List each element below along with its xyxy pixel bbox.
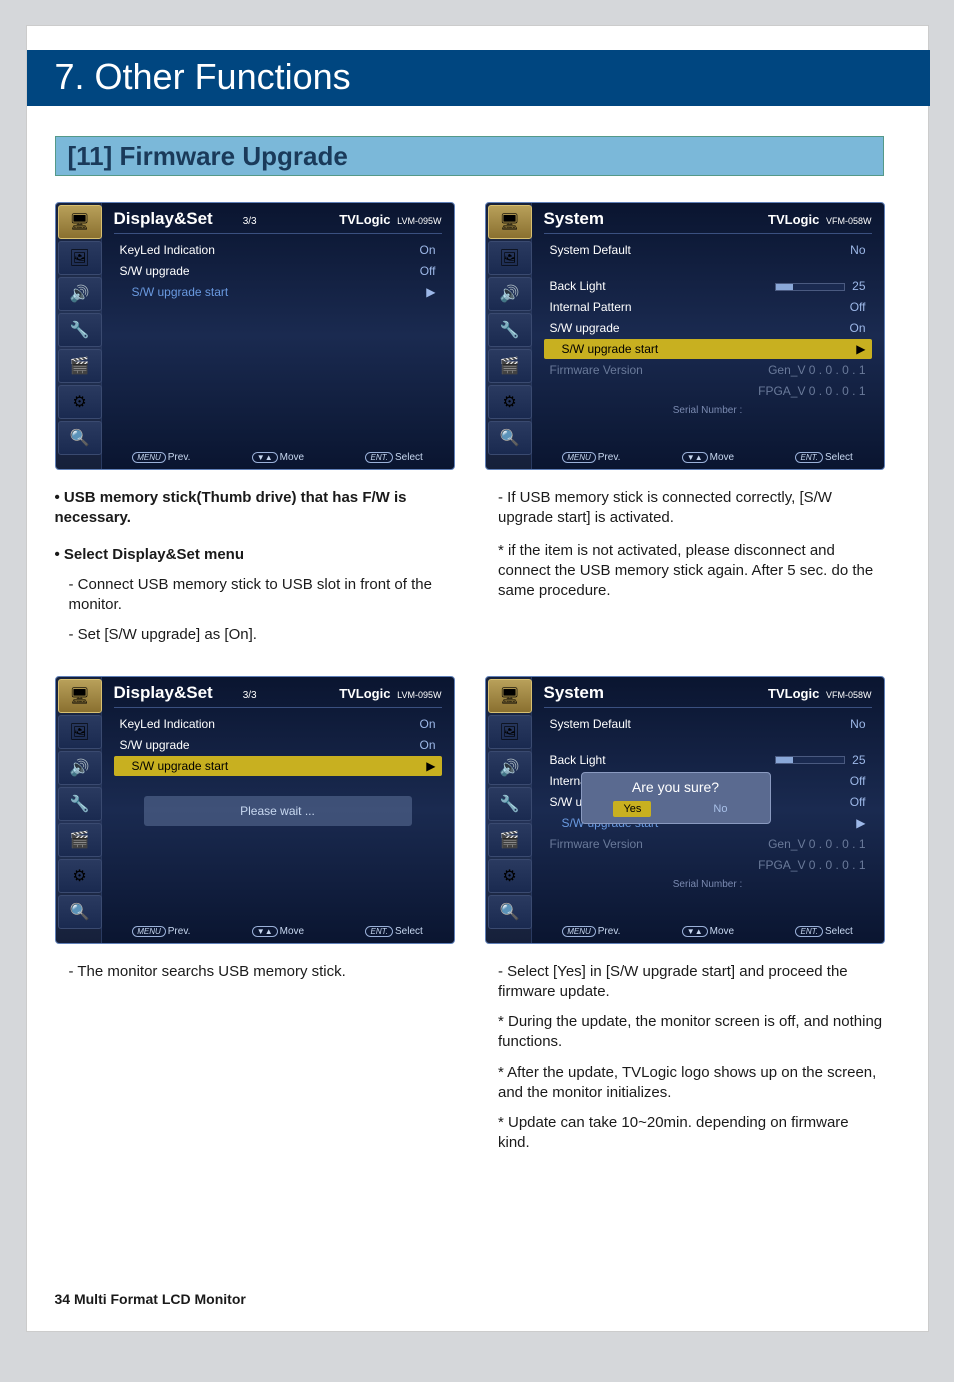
- osd-item: FPGA_V 0 . 0 . 0 . 1: [544, 381, 872, 401]
- header-bar: 7. Other Functions: [27, 50, 930, 106]
- chapter-title: 7. Other Functions: [27, 50, 930, 98]
- dialog-yes[interactable]: Yes: [613, 801, 651, 817]
- text-left-2: - The monitor searchs USB memory stick.: [55, 962, 455, 1164]
- osd-item: S/W upgrade Off: [114, 261, 442, 281]
- osd-tab-4: 🎬: [58, 823, 102, 857]
- osd-tab-strip: 🖥🖼🔊🔧🎬⚙🔍: [486, 677, 532, 943]
- please-wait: Please wait ...: [144, 796, 412, 826]
- osd-footer: MENUPrev. ▼▲Move ENT.Select: [532, 926, 884, 937]
- osd-footer: MENUPrev. ▼▲Move ENT.Select: [102, 926, 454, 937]
- osd-item: S/W upgrade On: [114, 735, 442, 755]
- osd-tab-1: 🖼: [488, 715, 532, 749]
- osd-item: KeyLed Indication On: [114, 240, 442, 260]
- osd-tab-1: 🖼: [58, 715, 102, 749]
- osd-item: Firmware Version Gen_V 0 . 0 . 0 . 1: [544, 834, 872, 854]
- osd-item: S/W upgrade start ▶: [114, 282, 442, 302]
- page: 7. Other Functions [11] Firmware Upgrade…: [26, 25, 929, 1332]
- osd-tab-5: ⚙: [488, 859, 532, 893]
- osd-screenshot-a: 🖥🖼🔊🔧🎬⚙🔍 Display&Set3/3 TVLogic LVM-095W …: [55, 202, 455, 470]
- osd-tab-6: 🔍: [58, 421, 102, 455]
- osd-tab-0: 🖥: [488, 679, 532, 713]
- dialog-title: Are you sure?: [588, 779, 764, 795]
- content: 🖥🖼🔊🔧🎬⚙🔍 Display&Set3/3 TVLogic LVM-095W …: [55, 202, 884, 1261]
- osd-screenshot-d: 🖥🖼🔊🔧🎬⚙🔍 System TVLogic VFM-058W System D…: [485, 676, 885, 944]
- dialog-no[interactable]: No: [703, 801, 737, 817]
- osd-tab-3: 🔧: [58, 313, 102, 347]
- osd-item: Back Light 25: [544, 276, 872, 296]
- section-title: [11] Firmware Upgrade: [56, 137, 883, 172]
- osd-tab-1: 🖼: [488, 241, 532, 275]
- osd-tab-2: 🔊: [58, 751, 102, 785]
- osd-tab-2: 🔊: [58, 277, 102, 311]
- osd-tab-0: 🖥: [58, 679, 102, 713]
- osd-item: Back Light 25: [544, 750, 872, 770]
- osd-item: KeyLed Indication On: [114, 714, 442, 734]
- osd-tab-strip: 🖥🖼🔊🔧🎬⚙🔍: [486, 203, 532, 469]
- osd-screenshot-c: 🖥🖼🔊🔧🎬⚙🔍 Display&Set3/3 TVLogic LVM-095W …: [55, 676, 455, 944]
- osd-item: S/W upgrade start ▶: [544, 339, 872, 359]
- osd-tab-1: 🖼: [58, 241, 102, 275]
- confirm-dialog: Are you sure? Yes No: [581, 772, 771, 824]
- osd-tab-4: 🎬: [488, 823, 532, 857]
- osd-item: S/W upgrade start ▶: [114, 756, 442, 776]
- page-footer: 34 Multi Format LCD Monitor: [55, 1291, 246, 1307]
- osd-item: Internal Pattern Off: [544, 297, 872, 317]
- osd-tab-2: 🔊: [488, 277, 532, 311]
- text-right-2: - Select [Yes] in [S/W upgrade start] an…: [484, 962, 884, 1164]
- osd-tab-3: 🔧: [488, 787, 532, 821]
- osd-tab-4: 🎬: [58, 349, 102, 383]
- osd-footer: MENUPrev. ▼▲Move ENT.Select: [102, 452, 454, 463]
- osd-item: System Default No: [544, 240, 872, 260]
- osd-tab-5: ⚙: [488, 385, 532, 419]
- osd-item: FPGA_V 0 . 0 . 0 . 1: [544, 855, 872, 875]
- section-bar: [11] Firmware Upgrade: [55, 136, 884, 176]
- text-right-1: - If USB memory stick is connected corre…: [484, 488, 884, 656]
- osd-tab-strip: 🖥🖼🔊🔧🎬⚙🔍: [56, 203, 102, 469]
- osd-tab-6: 🔍: [488, 895, 532, 929]
- osd-tab-2: 🔊: [488, 751, 532, 785]
- osd-tab-0: 🖥: [488, 205, 532, 239]
- text-left-1: • USB memory stick(Thumb drive) that has…: [55, 488, 455, 656]
- osd-tab-6: 🔍: [58, 895, 102, 929]
- osd-tab-5: ⚙: [58, 385, 102, 419]
- osd-tab-strip: 🖥🖼🔊🔧🎬⚙🔍: [56, 677, 102, 943]
- osd-tab-5: ⚙: [58, 859, 102, 893]
- osd-item: System Default No: [544, 714, 872, 734]
- osd-tab-6: 🔍: [488, 421, 532, 455]
- osd-screenshot-b: 🖥🖼🔊🔧🎬⚙🔍 System TVLogic VFM-058W System D…: [485, 202, 885, 470]
- osd-tab-4: 🎬: [488, 349, 532, 383]
- osd-item: S/W upgrade On: [544, 318, 872, 338]
- osd-tab-3: 🔧: [58, 787, 102, 821]
- osd-item: Firmware Version Gen_V 0 . 0 . 0 . 1: [544, 360, 872, 380]
- osd-tab-0: 🖥: [58, 205, 102, 239]
- osd-footer: MENUPrev. ▼▲Move ENT.Select: [532, 452, 884, 463]
- osd-tab-3: 🔧: [488, 313, 532, 347]
